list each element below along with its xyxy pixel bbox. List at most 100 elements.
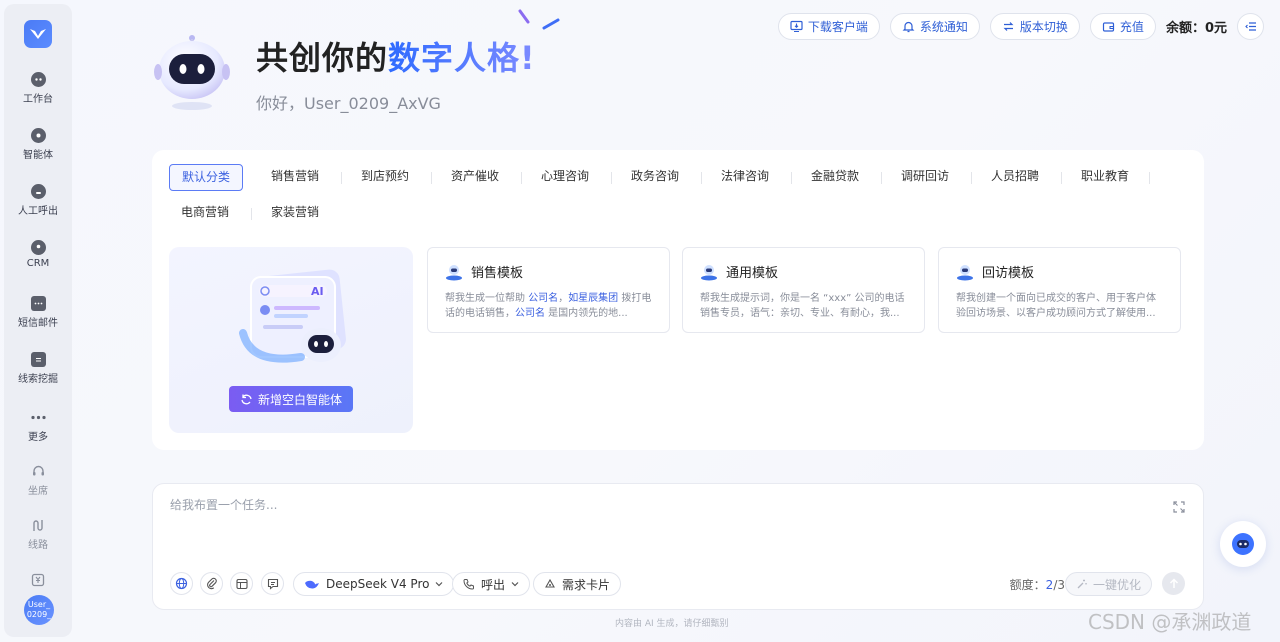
sidebar-item-workbench[interactable]: 工作台 [4,72,72,105]
headset-icon [31,464,46,479]
tab-survey[interactable]: 调研回访 [889,164,961,191]
refresh-add-icon [241,394,252,404]
greeting-text: 你好，User_0209_AxVG [256,94,441,113]
tab-finance[interactable]: 金融贷款 [799,164,871,191]
tab-store-booking[interactable]: 到店预约 [349,164,421,191]
tab-government[interactable]: 政务咨询 [619,164,691,191]
sidebar-item-label: 智能体 [23,150,53,161]
one-click-optimize-button[interactable]: 一键优化 [1064,572,1152,596]
tab-divider [431,172,432,184]
template-title: 销售模板 [471,266,524,281]
ai-document-illustration: AI [239,269,346,363]
chevron-down-icon [436,582,443,587]
phone-icon [463,579,474,590]
balance-display: 余额：0元 [1165,21,1227,36]
general-template-card[interactable]: 通用模板 帮我生成提示词，你是一名 “xxx” 公司的电话销售专员，语气：亲切、… [682,247,925,333]
sidebar-item-more[interactable]: 更多 [4,410,72,443]
send-button[interactable] [1162,572,1185,595]
demand-card-button[interactable]: 需求卡片 [533,572,622,596]
download-client-button[interactable]: 下载客户端 [777,13,880,40]
sidebar-item-route[interactable]: 线路 [4,518,72,551]
tab-psychology[interactable]: 心理咨询 [529,164,601,191]
workbench-icon [30,72,46,87]
crm-icon [30,240,46,255]
tab-home-decor[interactable]: 家装营销 [259,200,331,227]
sidebar-item-label: 线路 [28,540,48,551]
template-bot-icon [446,264,462,280]
call-out-select[interactable]: 呼出 [452,572,531,596]
tab-collection[interactable]: 资产催收 [439,164,511,191]
menu-collapse-icon [1244,22,1256,31]
tab-divider [611,172,612,184]
sidebar-item-label: 人工呼出 [18,206,58,217]
tab-sales[interactable]: 销售营销 [259,164,331,191]
tab-divider [521,172,522,184]
bell-icon [902,21,915,33]
sidebar-item-label: 短信邮件 [18,318,58,329]
more-icon [30,410,46,425]
sidebar-item-seat[interactable]: 坐席 [4,464,72,497]
monitor-download-icon [790,20,803,33]
avatar[interactable]: User_ 0209_ [24,595,54,625]
template-bot-icon [701,264,717,280]
create-agent-card[interactable]: AI 新增空白智能体 [169,247,413,433]
layout-icon [235,578,248,589]
version-switch-button[interactable]: 版本切换 [989,13,1080,40]
sparkle-decoration [518,8,564,37]
floating-assistant-button[interactable] [1220,521,1266,567]
tab-divider [971,172,972,184]
yuan-doc-icon [31,572,46,587]
sidebar-item-lead-mining[interactable]: 线索挖掘 [4,352,72,385]
sidebar-item-label: 线索挖掘 [18,374,58,385]
card-icon [545,578,555,588]
revisit-template-card[interactable]: 回访模板 帮我创建一个面向已成交的客户、用于客户体验回访场景、以客户成功顾问方式… [938,247,1181,333]
new-blank-agent-button[interactable]: 新增空白智能体 [229,386,354,412]
watermark: CSDN @承渊政道 [1088,610,1252,634]
menu-toggle-button[interactable] [1237,13,1264,40]
tab-legal[interactable]: 法律咨询 [709,164,781,191]
sidebar-item-label: 更多 [28,432,48,443]
template-title: 回访模板 [982,266,1035,281]
template-panel: 默认分类 销售营销 到店预约 资产催收 心理咨询 政务咨询 法律咨询 金融贷款 … [152,150,1204,450]
template-bot-icon [957,264,973,280]
tab-divider [881,172,882,184]
call-label: 呼出 [481,577,506,592]
attach-button[interactable] [200,572,223,595]
expand-icon[interactable] [1173,501,1185,516]
model-name: DeepSeek V4 Pro [326,577,430,591]
system-notice-button[interactable]: 系统通知 [889,13,980,40]
task-composer: DeepSeek V4 Pro 呼出 需求卡片 额度：2/3 一键优化 [152,483,1204,610]
sales-template-card[interactable]: 销售模板 帮我生成一位帮助 公司名，如星辰集团 拨打电话的电话销售，公司名 是国… [427,247,670,333]
recharge-button[interactable]: 充值 [1089,13,1156,40]
top-actions: 下载客户端 系统通知 版本切换 充值 余额：0元 [777,13,1264,40]
sidebar-item-billing[interactable] [4,572,72,590]
sidebar-item-sms-mail[interactable]: 短信邮件 [4,296,72,329]
web-search-button[interactable] [170,572,193,595]
template-button[interactable] [230,572,253,595]
model-select[interactable]: DeepSeek V4 Pro [293,572,455,596]
sidebar-item-label: 工作台 [23,94,53,105]
svg-text:AI: AI [311,285,324,298]
tab-education[interactable]: 职业教育 [1069,164,1141,191]
sms-mail-icon [30,296,46,311]
template-description: 帮我创建一个面向已成交的客户、用于客户体验回访场景、以客户成功顾问方式了解使用.… [956,293,1156,319]
logo-icon [30,29,46,39]
template-description: 帮我生成一位帮助 公司名，如星辰集团 拨打电话的电话销售，公司名 是国内领先的地… [445,293,652,319]
app-logo[interactable] [24,20,52,48]
sidebar-item-crm[interactable]: CRM [4,240,72,269]
assistant-bot-icon [1232,533,1254,555]
tab-ecommerce[interactable]: 电商营销 [169,200,241,227]
sidebar-item-outbound[interactable]: 人工呼出 [4,184,72,217]
tab-divider [1061,172,1062,184]
sidebar: 工作台 智能体 人工呼出 CRM 短信邮件 线索挖掘 更多 坐席 线路 User… [4,4,72,637]
tab-recruit[interactable]: 人员招聘 [979,164,1051,191]
tab-divider [791,172,792,184]
prompt-button[interactable] [261,572,284,595]
demand-card-label: 需求卡片 [562,577,611,592]
tab-default[interactable]: 默认分类 [169,164,244,191]
tab-divider [1149,172,1150,184]
deepseek-whale-icon [305,580,319,589]
task-input[interactable] [170,498,1130,512]
template-description: 帮我生成提示词，你是一名 “xxx” 公司的电话销售专员，语气：亲切、专业、有耐… [700,293,905,319]
sidebar-item-agent[interactable]: 智能体 [4,128,72,161]
